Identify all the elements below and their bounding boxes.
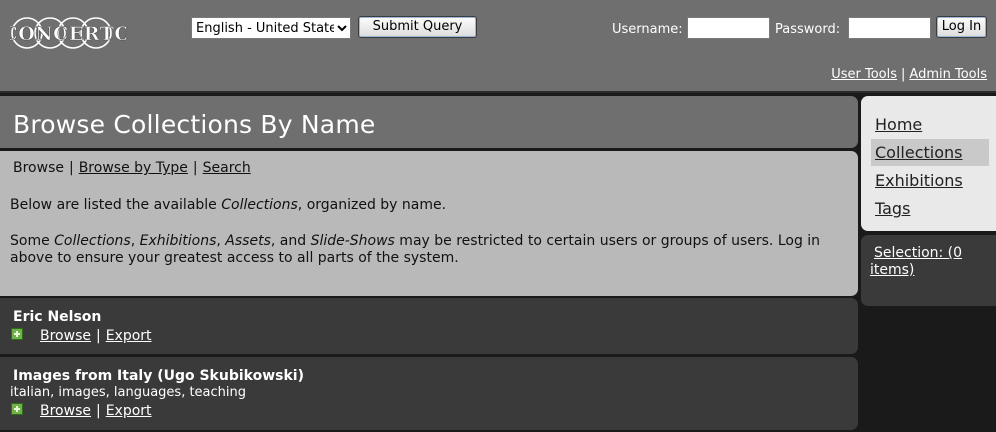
- sidebar-item-tags[interactable]: Tags: [871, 195, 989, 222]
- page-title: Browse Collections By Name: [13, 110, 376, 139]
- export-collection-link[interactable]: Export: [106, 403, 152, 419]
- collection-tags: italian, images, languages, teaching: [10, 385, 247, 400]
- sidebar-link-home[interactable]: Home: [875, 115, 922, 134]
- search-link[interactable]: Search: [203, 160, 251, 176]
- sidebar-link-tags[interactable]: Tags: [875, 199, 910, 218]
- access-text: ,: [130, 233, 140, 249]
- access-emphasis: Collections: [54, 233, 131, 249]
- sidebar-link-exhibitions[interactable]: Exhibitions: [875, 171, 963, 190]
- intro-text: Below are listed the available: [10, 197, 222, 213]
- collection-item: [0, 298, 858, 354]
- password-input[interactable]: [848, 17, 931, 39]
- selection-box: Selection: (0 items): [861, 235, 996, 306]
- password-label: Password:: [775, 22, 841, 37]
- language-select[interactable]: English - United States: [191, 17, 351, 39]
- login-button[interactable]: Log In: [936, 16, 987, 38]
- collection-name: Images from Italy (Ugo Skubikowski): [13, 368, 304, 384]
- user-tools-link[interactable]: User Tools: [831, 67, 897, 82]
- sidebar-nav: Home Collections Exhibitions Tags: [861, 96, 996, 231]
- header: Concerto English - United States Submit …: [0, 0, 996, 93]
- sidebar-link-collections[interactable]: Collections: [875, 143, 962, 162]
- intro-paragraph: Below are listed the available Collectio…: [10, 197, 850, 214]
- expand-plus-icon[interactable]: [11, 403, 23, 415]
- browse-nav: Browse | Browse by Type | Search: [13, 160, 251, 176]
- concerto-logo[interactable]: Concerto: [10, 16, 126, 50]
- action-separator: |: [95, 403, 101, 419]
- export-collection-link[interactable]: Export: [106, 328, 152, 344]
- browse-nav-separator: |: [68, 160, 74, 176]
- access-text: Some: [10, 233, 55, 249]
- expand-plus-icon[interactable]: [11, 328, 23, 340]
- browse-collection-link[interactable]: Browse: [40, 328, 91, 344]
- sidebar-item-collections[interactable]: Collections: [871, 139, 989, 166]
- access-text: ,: [216, 233, 226, 249]
- selection-link[interactable]: Selection: (0 items): [870, 245, 962, 278]
- access-paragraph: Some Collections, Exhibitions, Assets, a…: [10, 233, 850, 267]
- username-input[interactable]: [687, 17, 770, 39]
- selection-summary: Selection: (0 items): [870, 245, 988, 279]
- access-emphasis: Slide-Shows: [310, 233, 395, 249]
- username-label: Username:: [612, 22, 683, 37]
- browse-nav-separator: |: [192, 160, 198, 176]
- access-text: , and: [270, 233, 311, 249]
- tool-links: User Tools | Admin Tools: [831, 67, 987, 82]
- sidebar-item-exhibitions[interactable]: Exhibitions: [871, 167, 989, 194]
- collection-actions: Browse | Export: [40, 328, 152, 344]
- browse-current: Browse: [13, 160, 64, 176]
- browse-by-type-link[interactable]: Browse by Type: [79, 160, 188, 176]
- collection-name: Eric Nelson: [13, 309, 102, 325]
- sidebar-item-home[interactable]: Home: [871, 111, 989, 138]
- submit-query-button[interactable]: Submit Query: [358, 16, 477, 38]
- intro-emphasis: Collections: [221, 197, 298, 213]
- intro-text-end: , organized by name.: [297, 197, 447, 213]
- tool-links-separator: |: [901, 67, 906, 82]
- action-separator: |: [95, 328, 101, 344]
- access-emphasis: Exhibitions: [139, 233, 217, 249]
- admin-tools-link[interactable]: Admin Tools: [909, 67, 987, 82]
- logo-text: Concerto: [10, 23, 126, 45]
- access-emphasis: Assets: [225, 233, 271, 249]
- collection-actions: Browse | Export: [40, 403, 152, 419]
- browse-collection-link[interactable]: Browse: [40, 403, 91, 419]
